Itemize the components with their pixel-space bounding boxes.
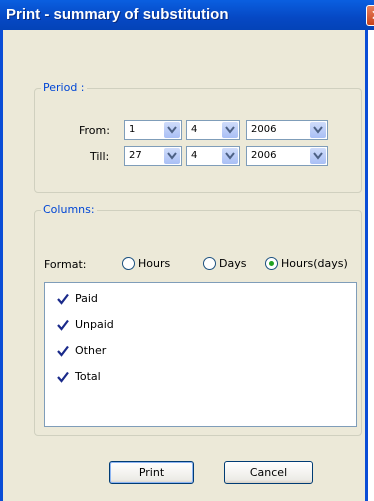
cancel-button[interactable]: Cancel <box>224 461 313 484</box>
print-button[interactable]: Print <box>109 461 194 484</box>
chevron-down-icon[interactable] <box>164 122 180 138</box>
till-year-select[interactable]: 2006 <box>246 146 328 166</box>
period-legend: Period : <box>41 81 87 94</box>
till-day-select[interactable]: 27 <box>124 146 182 166</box>
check-icon[interactable] <box>57 345 69 357</box>
from-month-select[interactable]: 4 <box>186 120 240 140</box>
from-month-value: 4 <box>191 124 198 135</box>
format-label: Format: <box>44 258 87 271</box>
title-bar[interactable]: Print - summary of substitution ✕ <box>0 0 374 30</box>
check-icon[interactable] <box>57 319 69 331</box>
till-month-select[interactable]: 4 <box>186 146 240 166</box>
till-day-value: 27 <box>129 150 142 161</box>
list-item-paid[interactable]: Paid <box>57 292 98 305</box>
window-title: Print - summary of substitution <box>6 6 229 23</box>
from-label: From: <box>79 124 110 137</box>
from-day-select[interactable]: 1 <box>124 120 182 140</box>
radio-label: Hours <box>138 257 171 270</box>
from-day-value: 1 <box>129 124 136 135</box>
chevron-down-icon[interactable] <box>310 122 326 138</box>
check-icon[interactable] <box>57 371 69 383</box>
item-label: Total <box>75 370 101 383</box>
radio-label: Hours(days) <box>281 257 348 270</box>
radio-circle[interactable] <box>265 257 278 270</box>
item-label: Unpaid <box>75 318 114 331</box>
radio-label: Days <box>219 257 247 270</box>
till-label: Till: <box>90 150 110 163</box>
item-label: Other <box>75 344 107 357</box>
list-item-other[interactable]: Other <box>57 344 106 357</box>
till-month-value: 4 <box>191 150 198 161</box>
list-item-total[interactable]: Total <box>57 370 101 383</box>
format-radio-hours[interactable]: Hours <box>122 257 170 270</box>
format-radio-days[interactable]: Days <box>203 257 246 270</box>
from-year-value: 2006 <box>251 124 277 135</box>
chevron-down-icon[interactable] <box>164 148 180 164</box>
till-year-value: 2006 <box>251 150 277 161</box>
chevron-down-icon[interactable] <box>222 148 238 164</box>
radio-circle[interactable] <box>203 257 216 270</box>
radio-circle[interactable] <box>122 257 135 270</box>
period-group <box>34 88 362 193</box>
columns-legend: Columns: <box>41 203 97 216</box>
from-year-select[interactable]: 2006 <box>246 120 328 140</box>
check-icon[interactable] <box>57 293 69 305</box>
close-icon[interactable]: ✕ <box>366 5 374 26</box>
chevron-down-icon[interactable] <box>222 122 238 138</box>
format-radio-hours-days[interactable]: Hours(days) <box>265 257 348 270</box>
chevron-down-icon[interactable] <box>310 148 326 164</box>
item-label: Paid <box>75 292 98 305</box>
columns-listbox[interactable]: Paid Unpaid Other Total <box>44 282 357 427</box>
list-item-unpaid[interactable]: Unpaid <box>57 318 114 331</box>
